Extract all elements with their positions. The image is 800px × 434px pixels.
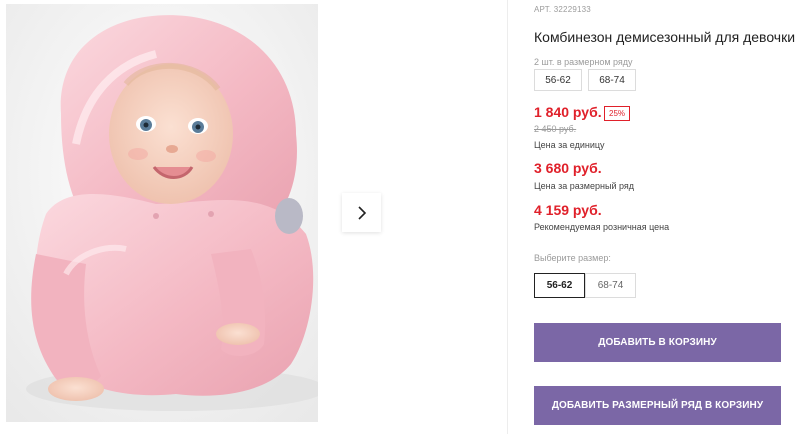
product-title: Комбинезон демисезонный для девочки bbox=[534, 29, 796, 45]
product-gallery bbox=[0, 0, 508, 434]
series-note: 2 шт. в размерном ряду bbox=[534, 57, 633, 67]
unit-price-caption: Цена за единицу bbox=[534, 140, 605, 150]
old-price: 2 450 руб. bbox=[534, 124, 577, 134]
chevron-right-icon bbox=[357, 205, 366, 220]
size-select-label: Выберите размер: bbox=[534, 253, 611, 263]
add-to-cart-button[interactable]: Добавить в корзину bbox=[534, 323, 781, 362]
series-size-chip: 68-74 bbox=[588, 69, 636, 91]
series-sizes: 56-62 68-74 bbox=[534, 69, 642, 91]
retail-price-caption: Рекомендуемая розничная цена bbox=[534, 222, 670, 232]
size-option-56-62[interactable]: 56-62 bbox=[534, 273, 585, 298]
product-article: АРТ. 32229133 bbox=[534, 5, 591, 14]
size-option-68-74[interactable]: 68-74 bbox=[585, 273, 636, 298]
discount-badge: 25% bbox=[604, 106, 631, 121]
series-price-caption: Цена за размерный ряд bbox=[534, 181, 635, 191]
retail-price: 4 159 руб. bbox=[534, 202, 602, 218]
unit-price: 1 840 руб. bbox=[534, 104, 602, 120]
product-photo bbox=[6, 4, 318, 422]
gallery-next-button[interactable] bbox=[342, 193, 381, 232]
add-series-to-cart-button[interactable]: Добавить размерный ряд в корзину bbox=[534, 386, 781, 425]
size-selector: 56-62 68-74 bbox=[534, 273, 636, 298]
series-size-chip: 56-62 bbox=[534, 69, 582, 91]
product-page: АРТ. 32229133 Комбинезон демисезонный дл… bbox=[0, 0, 800, 434]
series-price: 3 680 руб. bbox=[534, 160, 602, 176]
